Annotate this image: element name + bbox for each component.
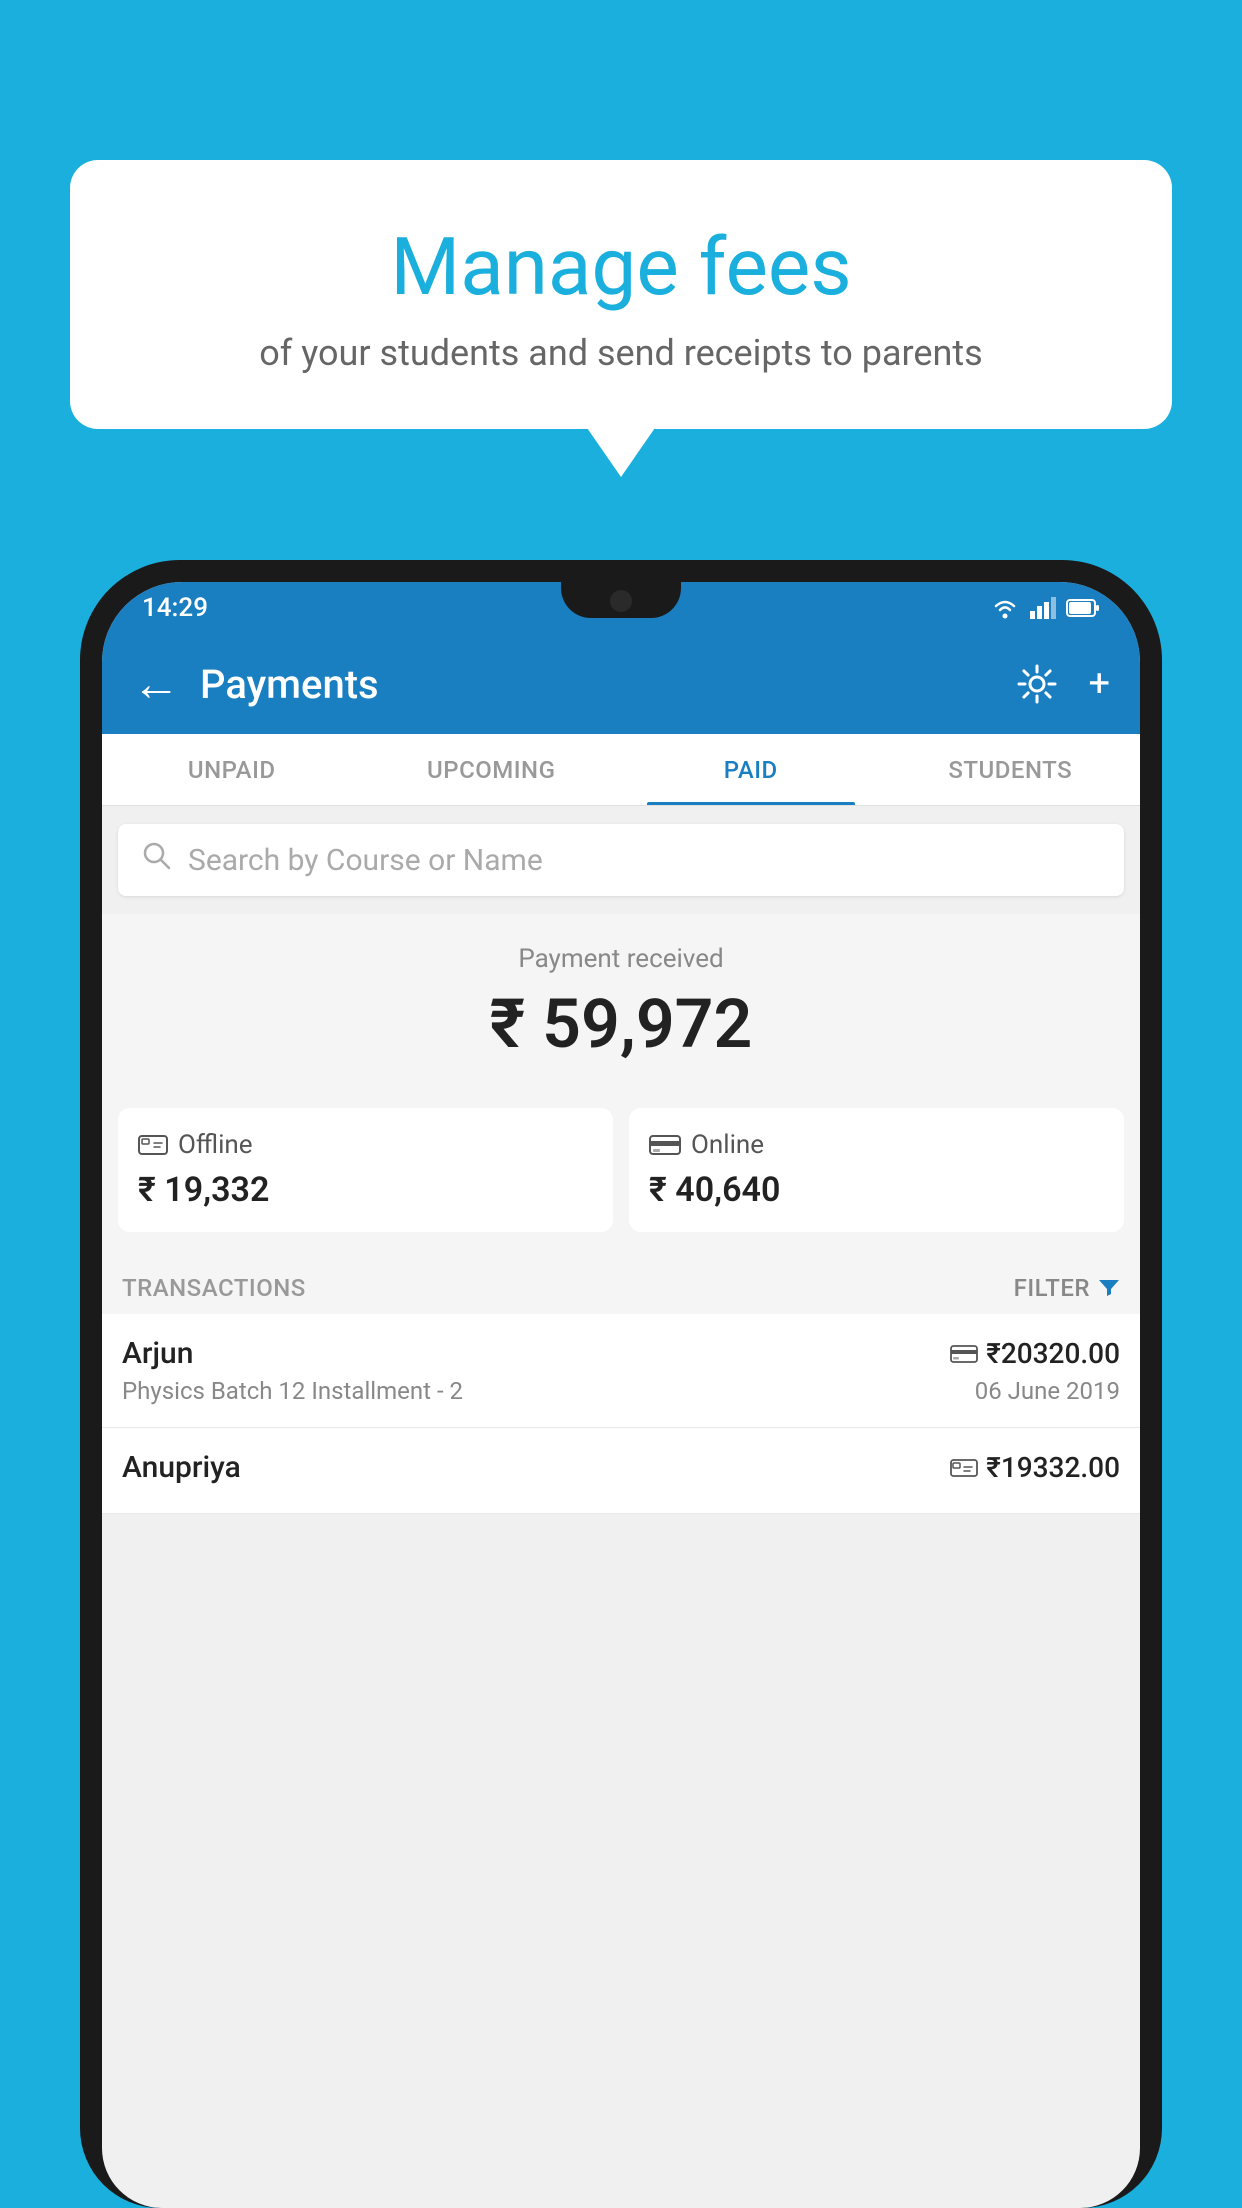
filter-icon <box>1098 1278 1120 1298</box>
online-amount: ₹ 40,640 <box>649 1170 1104 1210</box>
cash-payment-icon <box>950 1457 978 1479</box>
add-icon[interactable]: + <box>1088 662 1110 706</box>
card-icon <box>649 1133 681 1157</box>
tab-bar: UNPAID UPCOMING PAID STUDENTS <box>102 734 1140 806</box>
tab-upcoming[interactable]: UPCOMING <box>362 734 622 805</box>
camera <box>610 590 632 612</box>
settings-icon[interactable] <box>1016 663 1058 705</box>
offline-payment-card: Offline ₹ 19,332 <box>118 1108 613 1232</box>
app-title: Payments <box>200 661 996 708</box>
search-icon <box>142 841 172 879</box>
transaction-name: Anupriya <box>122 1450 241 1485</box>
payment-received-amount: ₹ 59,972 <box>122 984 1120 1064</box>
payment-received-section: Payment received ₹ 59,972 <box>102 914 1140 1108</box>
wifi-icon <box>990 597 1020 619</box>
transaction-item: Arjun ₹20320.00 Physics Batch <box>102 1314 1140 1428</box>
transaction-date: 06 June 2019 <box>975 1377 1120 1405</box>
offline-amount: ₹ 19,332 <box>138 1170 593 1210</box>
transaction-list: Arjun ₹20320.00 Physics Batch <box>102 1314 1140 1514</box>
tab-paid[interactable]: PAID <box>621 734 881 805</box>
filter-button[interactable]: FILTER <box>1014 1274 1120 1302</box>
app-bar: ← Payments + <box>102 634 1140 734</box>
signal-icon <box>1030 597 1056 619</box>
back-button[interactable]: ← <box>132 660 180 708</box>
payment-cards: Offline ₹ 19,332 Online <box>102 1108 1140 1256</box>
speech-bubble-title: Manage fees <box>120 220 1122 314</box>
offline-card-header: Offline <box>138 1130 593 1160</box>
transaction-row-top: Arjun ₹20320.00 <box>122 1336 1120 1371</box>
online-payment-card: Online ₹ 40,640 <box>629 1108 1124 1232</box>
tab-students[interactable]: STUDENTS <box>881 734 1141 805</box>
offline-icon <box>138 1131 168 1159</box>
transaction-name: Arjun <box>122 1336 193 1371</box>
transactions-header: TRANSACTIONS FILTER <box>102 1256 1140 1314</box>
transaction-amount: ₹20320.00 <box>950 1337 1120 1370</box>
speech-bubble-subtitle: of your students and send receipts to pa… <box>120 332 1122 374</box>
transaction-amount: ₹19332.00 <box>950 1451 1120 1484</box>
app-bar-actions: + <box>1016 662 1110 706</box>
card-payment-icon <box>950 1343 978 1365</box>
phone-frame: 14:29 <box>80 560 1162 2208</box>
battery-icon <box>1066 598 1100 618</box>
online-card-header: Online <box>649 1130 1104 1160</box>
transaction-item: Anupriya ₹19332.00 <box>102 1428 1140 1514</box>
speech-bubble: Manage fees of your students and send re… <box>70 160 1172 429</box>
tab-unpaid[interactable]: UNPAID <box>102 734 362 805</box>
status-time: 14:29 <box>142 593 208 623</box>
search-placeholder: Search by Course or Name <box>188 843 543 878</box>
status-icons <box>990 597 1100 619</box>
payment-received-label: Payment received <box>122 944 1120 974</box>
search-bar[interactable]: Search by Course or Name <box>118 824 1124 896</box>
phone-notch <box>561 582 681 618</box>
transaction-row-top: Anupriya ₹19332.00 <box>122 1450 1120 1485</box>
transaction-row-bottom: Physics Batch 12 Installment - 2 06 June… <box>122 1377 1120 1405</box>
transactions-label: TRANSACTIONS <box>122 1274 306 1302</box>
transaction-course: Physics Batch 12 Installment - 2 <box>122 1377 463 1405</box>
phone-screen: 14:29 <box>102 582 1140 2208</box>
